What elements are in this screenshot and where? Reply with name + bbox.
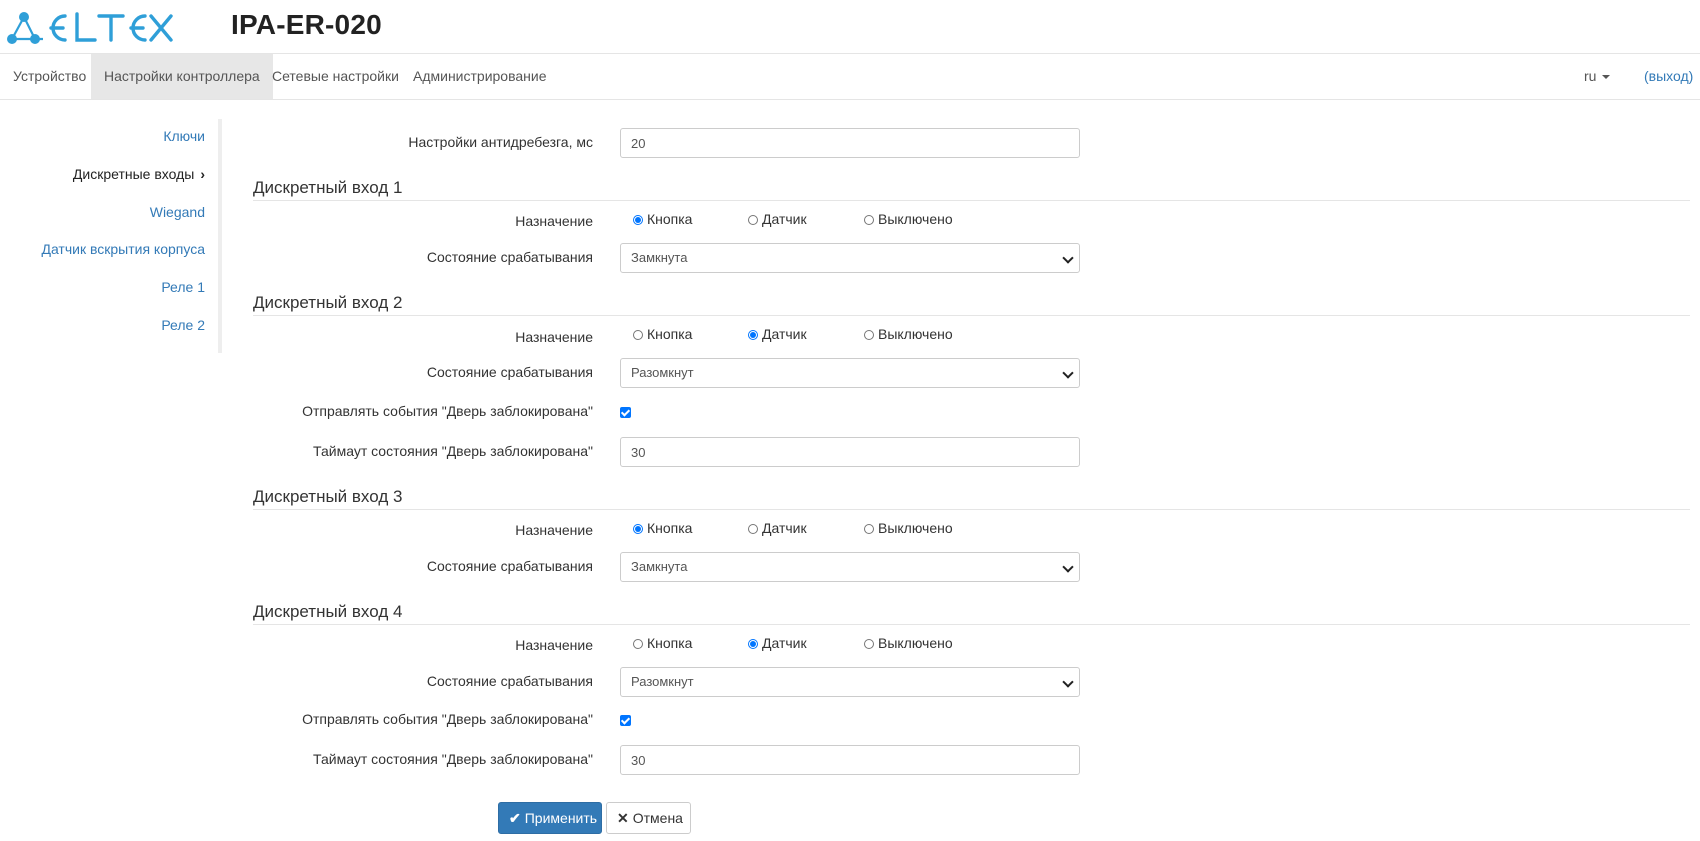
radio-checked-icon (748, 639, 758, 649)
debounce-input[interactable] (620, 128, 1080, 158)
section-divider (253, 624, 1690, 625)
input-2-state-select[interactable]: Разомкнут (620, 358, 1080, 388)
timeout-label: Таймаут состояния "Дверь заблокирована" (313, 443, 593, 459)
input-2-timeout-input[interactable] (620, 437, 1080, 467)
radio-unchecked-icon (633, 330, 643, 340)
input-1-state-select[interactable]: Замкнута (620, 243, 1080, 273)
nav-controller-settings[interactable]: Настройки контроллера (91, 54, 273, 99)
section-title-input-4: Дискретный вход 4 (253, 602, 403, 621)
purpose-label: Назначение (515, 637, 593, 653)
input-3-radio-button[interactable]: Кнопка (633, 520, 692, 536)
trigger-state-label: Состояние срабатывания (426, 364, 593, 380)
radio-unchecked-icon (864, 639, 874, 649)
send-events-label: Отправлять события "Дверь заблокирована" (302, 711, 593, 727)
input-4-timeout-input[interactable] (620, 745, 1080, 775)
nav-network-settings[interactable]: Сетевые настройки (259, 54, 412, 99)
debounce-label: Настройки антидребезга, мс (408, 134, 593, 150)
trigger-state-label: Состояние срабатывания (426, 249, 593, 265)
input-2-radio-button[interactable]: Кнопка (633, 326, 692, 342)
input-2-send-events-checkbox[interactable] (620, 407, 631, 418)
radio-unchecked-icon (864, 524, 874, 534)
chevron-right-icon: › (200, 166, 205, 182)
input-4-send-events-checkbox[interactable] (620, 715, 631, 726)
sidebar-item-tamper-sensor[interactable]: Датчик вскрытия корпуса (41, 241, 205, 257)
section-divider (253, 315, 1690, 316)
trigger-state-label: Состояние срабатывания (426, 673, 593, 689)
cancel-button[interactable]: ✕ Отмена (606, 802, 691, 834)
radio-unchecked-icon (633, 639, 643, 649)
input-1-radio-sensor[interactable]: Датчик (748, 211, 807, 227)
chevron-down-icon (1062, 561, 1074, 573)
radio-checked-icon (633, 215, 643, 225)
eltex-logo[interactable] (3, 6, 175, 48)
input-2-radio-disabled[interactable]: Выключено (864, 326, 953, 342)
input-3-radio-sensor[interactable]: Датчик (748, 520, 807, 536)
section-title-input-2: Дискретный вход 2 (253, 293, 403, 312)
purpose-label: Назначение (515, 522, 593, 538)
radio-unchecked-icon (864, 215, 874, 225)
section-divider (253, 509, 1690, 510)
radio-unchecked-icon (748, 215, 758, 225)
check-icon: ✔ (509, 810, 521, 826)
input-4-radio-sensor[interactable]: Датчик (748, 635, 807, 651)
send-events-label: Отправлять события "Дверь заблокирована" (302, 403, 593, 419)
section-title-input-3: Дискретный вход 3 (253, 487, 403, 506)
close-icon: ✕ (617, 810, 629, 826)
device-title: IPA-ER-020 (231, 9, 382, 40)
section-divider (253, 200, 1690, 201)
apply-button[interactable]: ✔ Применить (498, 802, 602, 834)
input-3-state-select[interactable]: Замкнута (620, 552, 1080, 582)
logout-link[interactable]: (выход) (1644, 54, 1693, 99)
sidebar: Ключи Дискретные входы › Wiegand Датчик в… (0, 119, 222, 353)
top-navbar: Устройство Настройки контроллера Сетевые… (0, 53, 1700, 100)
language-label: ru (1584, 68, 1597, 84)
input-1-radio-button[interactable]: Кнопка (633, 211, 692, 227)
radio-checked-icon (748, 330, 758, 340)
sidebar-item-wiegand[interactable]: Wiegand (150, 204, 205, 220)
input-4-radio-disabled[interactable]: Выключено (864, 635, 953, 651)
caret-down-icon (1602, 75, 1611, 80)
timeout-label: Таймаут состояния "Дверь заблокирована" (313, 751, 593, 767)
language-dropdown[interactable]: ru (1584, 54, 1611, 99)
nav-administration[interactable]: Администрирование (400, 54, 560, 99)
sidebar-item-relay-1[interactable]: Реле 1 (161, 279, 205, 295)
radio-unchecked-icon (748, 524, 758, 534)
input-4-state-select[interactable]: Разомкнут (620, 667, 1080, 697)
radio-unchecked-icon (864, 330, 874, 340)
input-2-radio-sensor[interactable]: Датчик (748, 326, 807, 342)
sidebar-item-relay-2[interactable]: Реле 2 (161, 317, 205, 333)
chevron-down-icon (1062, 676, 1074, 688)
input-1-radio-disabled[interactable]: Выключено (864, 211, 953, 227)
input-4-radio-button[interactable]: Кнопка (633, 635, 692, 651)
header: IPA-ER-020 (0, 0, 1700, 53)
radio-checked-icon (633, 524, 643, 534)
chevron-down-icon (1062, 367, 1074, 379)
trigger-state-label: Состояние срабатывания (426, 558, 593, 574)
chevron-down-icon (1062, 252, 1074, 264)
sidebar-item-keys[interactable]: Ключи (163, 128, 205, 144)
purpose-label: Назначение (515, 329, 593, 345)
input-3-radio-disabled[interactable]: Выключено (864, 520, 953, 536)
purpose-label: Назначение (515, 213, 593, 229)
sidebar-item-label: Дискретные входы (72, 166, 195, 182)
sidebar-item-discrete-inputs[interactable]: Дискретные входы › (73, 166, 205, 182)
nav-device[interactable]: Устройство (0, 54, 99, 99)
section-title-input-1: Дискретный вход 1 (253, 178, 403, 197)
